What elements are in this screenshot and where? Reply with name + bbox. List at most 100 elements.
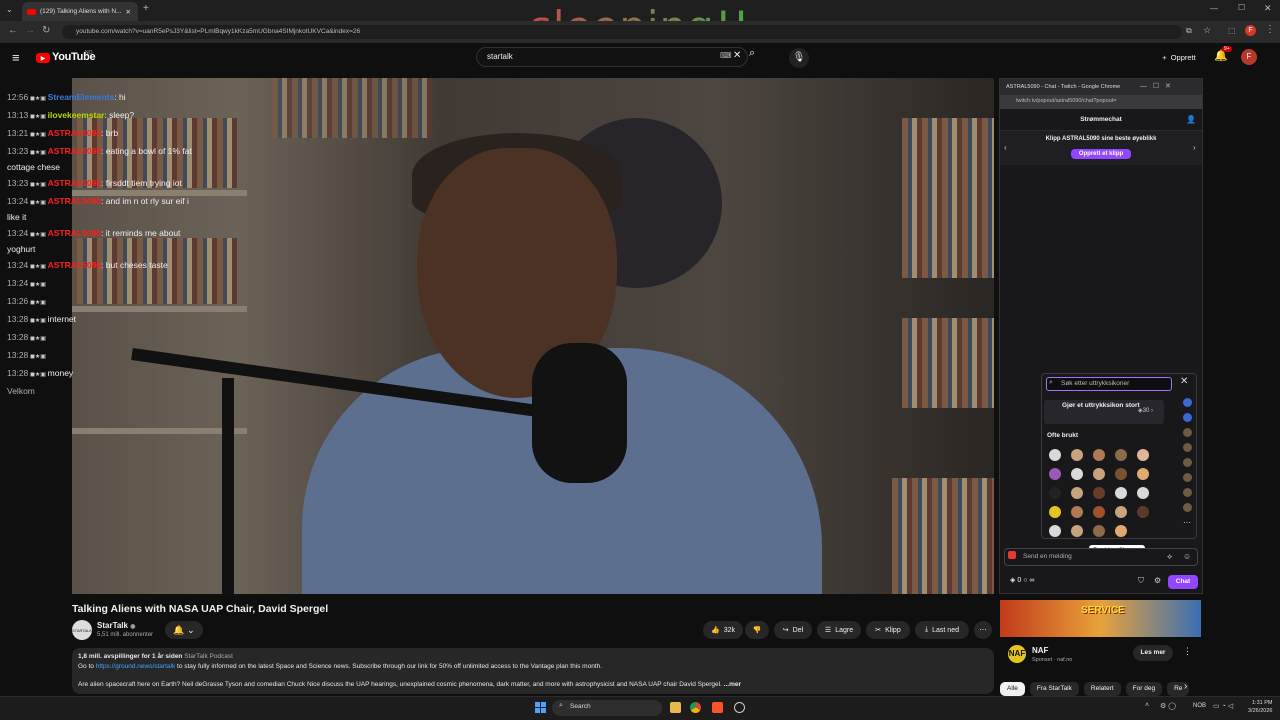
- reload-icon[interactable]: ↻: [42, 25, 50, 36]
- settings-gear-icon[interactable]: ⚙: [1154, 576, 1161, 585]
- maximize-icon[interactable]: ☐: [1238, 3, 1245, 12]
- banner-prev-icon[interactable]: ‹: [1004, 143, 1007, 152]
- chrome-icon[interactable]: [690, 702, 701, 713]
- emote[interactable]: [1115, 487, 1127, 499]
- address-bar[interactable]: youtube.com/watch?v=uanR5ePsJ3Y&list=PLm…: [62, 25, 1182, 39]
- file-explorer-icon[interactable]: [670, 702, 681, 713]
- forward-icon[interactable]: →: [25, 25, 35, 36]
- emote[interactable]: [1071, 449, 1083, 461]
- emote[interactable]: [1115, 449, 1127, 461]
- emote[interactable]: [1093, 468, 1105, 480]
- emote-button-icon[interactable]: ☺: [1183, 552, 1191, 561]
- recent-icon[interactable]: [1182, 398, 1192, 407]
- chat-username[interactable]: ilovekeemstar: [48, 110, 105, 120]
- description-link[interactable]: https://ground.news/startalk: [96, 663, 176, 670]
- clip-button[interactable]: ✂ Klipp: [866, 621, 910, 639]
- hamburger-menu-icon[interactable]: ≡: [12, 50, 20, 65]
- emote[interactable]: [1071, 487, 1083, 499]
- network-volume-icons[interactable]: ▭ ◔ ◁: [1213, 702, 1233, 710]
- chat-username[interactable]: StreamElements: [48, 92, 115, 102]
- brave-icon[interactable]: [712, 702, 723, 713]
- emote[interactable]: [1071, 506, 1083, 518]
- emote[interactable]: [1093, 506, 1105, 518]
- category-icon[interactable]: [1182, 428, 1192, 437]
- search-input[interactable]: startalk: [476, 47, 748, 67]
- emote[interactable]: [1093, 449, 1105, 461]
- bits-icon[interactable]: ⟡: [1167, 552, 1172, 562]
- save-button[interactable]: ☰ Lagre: [817, 621, 861, 639]
- emote[interactable]: [1093, 525, 1105, 537]
- chips-next-icon[interactable]: ›: [1184, 681, 1187, 692]
- emote[interactable]: [1049, 449, 1061, 461]
- start-icon[interactable]: [535, 702, 546, 713]
- browser-tab[interactable]: (129) Talking Aliens with N... ✕: [22, 2, 138, 21]
- create-button[interactable]: + Opprett: [1153, 48, 1205, 66]
- youtube-logo-icon[interactable]: ▶: [36, 53, 50, 63]
- voice-search-icon[interactable]: 🎙: [789, 48, 809, 68]
- chat-username[interactable]: ASTRAL5090: [48, 146, 101, 156]
- users-icon[interactable]: 👤: [1186, 115, 1196, 124]
- ad-more-icon[interactable]: ⋮: [1183, 646, 1192, 657]
- emote[interactable]: [1115, 525, 1127, 537]
- ad-logo[interactable]: NAF: [1008, 645, 1026, 663]
- filter-chip[interactable]: Relatert: [1083, 682, 1121, 696]
- chat-username[interactable]: ASTRAL5090: [48, 128, 101, 138]
- tray-chevron-icon[interactable]: ˄: [1145, 702, 1149, 709]
- like-button[interactable]: 👍 32k: [703, 621, 743, 639]
- tab-list-icon[interactable]: ⌄: [6, 5, 13, 14]
- language-indicator[interactable]: NOB: [1193, 703, 1206, 709]
- video-description[interactable]: 1,8 mill. avspillinger for 1 år siden St…: [72, 648, 994, 694]
- ad-name[interactable]: NAF: [1032, 646, 1048, 655]
- minimize-icon[interactable]: —: [1210, 4, 1218, 13]
- video-player[interactable]: [72, 78, 994, 594]
- more-actions-button[interactable]: ⋯: [974, 621, 992, 639]
- close-tab-icon[interactable]: ✕: [126, 8, 131, 16]
- category-icon[interactable]: [1182, 443, 1192, 452]
- browser-menu-icon[interactable]: ⋮: [1265, 24, 1275, 35]
- emote[interactable]: [1049, 525, 1061, 537]
- emote[interactable]: [1115, 468, 1127, 480]
- share-button[interactable]: ↪ Del: [774, 621, 812, 639]
- dislike-button[interactable]: 👎: [745, 621, 769, 639]
- banner-next-icon[interactable]: ›: [1193, 143, 1196, 152]
- subscription-bell-button[interactable]: 🔔 ⌄: [165, 621, 203, 639]
- category-icon[interactable]: [1182, 458, 1192, 467]
- clear-search-icon[interactable]: ✕: [733, 50, 741, 61]
- channel-points[interactable]: ◈ 0 ○ ∞: [1010, 576, 1034, 584]
- obs-icon[interactable]: [734, 702, 745, 713]
- filter-chip[interactable]: For deg: [1125, 682, 1163, 696]
- keyboard-icon[interactable]: ⌨: [720, 51, 732, 60]
- tray-icons[interactable]: ⚙ ◯: [1160, 702, 1176, 710]
- channel-name[interactable]: StarTalk ◉: [97, 621, 135, 630]
- send-chat-button[interactable]: Chat: [1168, 575, 1198, 589]
- create-clip-button[interactable]: Opprett et klipp: [1070, 149, 1132, 159]
- chat-username[interactable]: ASTRAL5090: [48, 178, 101, 188]
- emote[interactable]: [1071, 525, 1083, 537]
- clock[interactable]: 1:31 PM 3/26/2026: [1248, 699, 1272, 715]
- close-icon[interactable]: ✕: [1180, 376, 1188, 387]
- emote-search-input[interactable]: Søk etter uttrykksikoner: [1046, 377, 1172, 391]
- chat-username[interactable]: ASTRAL5090: [48, 228, 101, 238]
- category-icon[interactable]: [1182, 503, 1192, 512]
- emote[interactable]: [1093, 487, 1105, 499]
- download-button[interactable]: ⤓ Last ned: [915, 621, 969, 639]
- shield-icon[interactable]: ⛉: [1138, 576, 1144, 586]
- emote[interactable]: [1049, 487, 1061, 499]
- show-more-link[interactable]: ...mer: [724, 681, 741, 688]
- account-avatar[interactable]: F: [1241, 49, 1257, 65]
- filter-chip[interactable]: Fra StarTalk: [1029, 682, 1079, 696]
- emote[interactable]: [1137, 468, 1149, 480]
- podcast-tag[interactable]: StarTalk Podcast: [184, 653, 233, 660]
- new-tab-icon[interactable]: +: [143, 3, 149, 14]
- emote[interactable]: [1137, 449, 1149, 461]
- ad-cta-button[interactable]: Les mer: [1133, 645, 1173, 661]
- emote[interactable]: [1137, 487, 1149, 499]
- more-categories-icon[interactable]: ⋯: [1183, 518, 1191, 527]
- emote[interactable]: [1049, 468, 1061, 480]
- chat-username[interactable]: ASTRAL5090: [48, 260, 101, 270]
- emote[interactable]: [1071, 468, 1083, 480]
- back-icon[interactable]: ←: [8, 25, 18, 36]
- emote[interactable]: [1049, 506, 1061, 518]
- filter-chip[interactable]: Alle: [1000, 682, 1025, 696]
- category-icon[interactable]: [1182, 488, 1192, 497]
